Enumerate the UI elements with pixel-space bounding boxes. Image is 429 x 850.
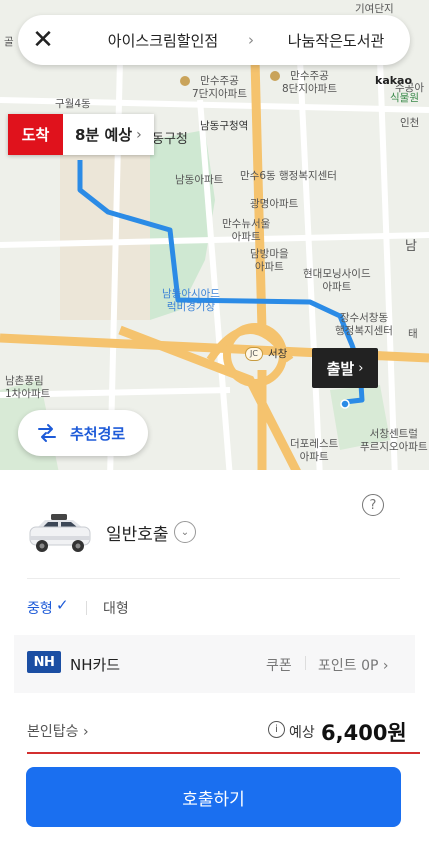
type-separator — [86, 601, 87, 615]
route-bar[interactable]: ✕ 아이스크림할인점 › 나눔작은도서관 — [18, 15, 410, 65]
map-label-tae: 태 — [408, 328, 418, 340]
map-label-guwol: 구월4동 — [55, 98, 91, 110]
map-label-namchon: 남촌풍림 1차아파트 — [5, 375, 51, 400]
kakao-logo: kakao — [375, 74, 413, 87]
self-ride-label: 본인탑승 — [27, 724, 79, 740]
info-icon[interactable]: i — [268, 721, 285, 738]
map-label-asiad: 남동아시아드 럭비경기장 — [162, 288, 220, 313]
departure-tag: 출발 — [326, 359, 355, 378]
recommend-route-button[interactable]: 추천경로 — [18, 410, 148, 456]
arrival-tag: 도착 — [8, 114, 63, 155]
chevron-right-icon: › — [382, 658, 389, 674]
map-view[interactable]: 구월4동 만수주공 7단지아파트 만수주공 8단지아파트 남동구청역 동구청 남… — [0, 0, 429, 478]
map-label-mansu7: 만수주공 7단지아파트 — [180, 75, 247, 101]
map-label-namdong-office: 남동구청역 — [200, 120, 249, 132]
map-label-jc: JC — [245, 347, 263, 361]
chevron-right-icon: › — [82, 724, 89, 740]
arrival-eta: 8분 예상 › — [63, 114, 154, 155]
map-label-market: 식물원 — [390, 92, 419, 104]
taxi-type-large[interactable]: 대형 — [103, 598, 129, 618]
map-label-incheon: 인천 — [400, 117, 420, 129]
map-label-namdong-gu: 동구청 — [152, 132, 188, 147]
call-taxi-button[interactable]: 호출하기 — [26, 767, 401, 827]
map-label-gwangmyeong: 광명아파트 — [250, 198, 299, 210]
map-label-mansu8: 만수주공 8단지아파트 — [270, 70, 337, 96]
map-label-golf: 골 — [4, 36, 14, 48]
fare-value: 6,400원 — [321, 721, 407, 745]
taxi-type-medium[interactable]: 중형 — [27, 598, 53, 618]
points-link[interactable]: 포인트 0P › — [318, 655, 389, 675]
map-label-seochang: 서창 — [268, 348, 288, 360]
map-label-jangsu: 장수서창동 행정복지센터 — [335, 312, 393, 337]
chevron-right-icon: › — [358, 360, 364, 376]
self-ride-option[interactable]: 본인탑승 › — [27, 721, 89, 741]
nh-card-logo: NH — [27, 651, 61, 673]
check-icon: ✓ — [56, 596, 69, 614]
route-destination[interactable]: 나눔작은도서관 — [276, 30, 396, 51]
fare-label: 예상 — [289, 725, 315, 741]
taxi-icon — [29, 514, 91, 552]
map-canvas — [0, 0, 429, 478]
help-icon[interactable]: ? — [362, 494, 384, 516]
arrival-badge[interactable]: 도착 8분 예상 › — [8, 114, 154, 155]
map-label-mansu6: 만수6동 행정복지센터 — [240, 170, 337, 182]
map-label-nam: 남 — [405, 239, 417, 254]
map-label-central: 서창센트럴 푸르지오아파트 — [360, 428, 428, 453]
chevron-right-icon: › — [136, 126, 142, 143]
map-label-mansu-new: 만수뉴서울 아파트 — [222, 218, 271, 243]
map-label-forest: 더포레스트 아파트 — [290, 438, 339, 463]
map-label-namdong-apt: 남동아파트 — [175, 174, 224, 186]
map-label-dambang: 담방마을 아파트 — [250, 248, 289, 273]
red-divider — [27, 752, 420, 754]
route-arrow-icon: › — [248, 31, 254, 49]
close-icon[interactable]: ✕ — [18, 15, 68, 65]
chevron-down-icon[interactable]: ⌄ — [174, 521, 196, 543]
route-switch-icon — [38, 424, 56, 442]
map-label-hyundai: 현대모닝사이드 아파트 — [303, 268, 371, 293]
service-name[interactable]: 일반호출 — [106, 520, 169, 545]
arrival-eta-text: 8분 예상 — [75, 126, 133, 144]
coupon-link[interactable]: 쿠폰 — [266, 655, 292, 675]
recommend-route-label: 추천경로 — [70, 424, 126, 443]
payment-separator — [305, 656, 306, 670]
points-text: 포인트 0P — [318, 658, 379, 674]
departure-badge[interactable]: 출발 › — [312, 348, 378, 388]
route-origin[interactable]: 아이스크림할인점 — [93, 30, 233, 51]
divider — [27, 578, 400, 579]
card-name[interactable]: NH카드 — [70, 654, 120, 675]
